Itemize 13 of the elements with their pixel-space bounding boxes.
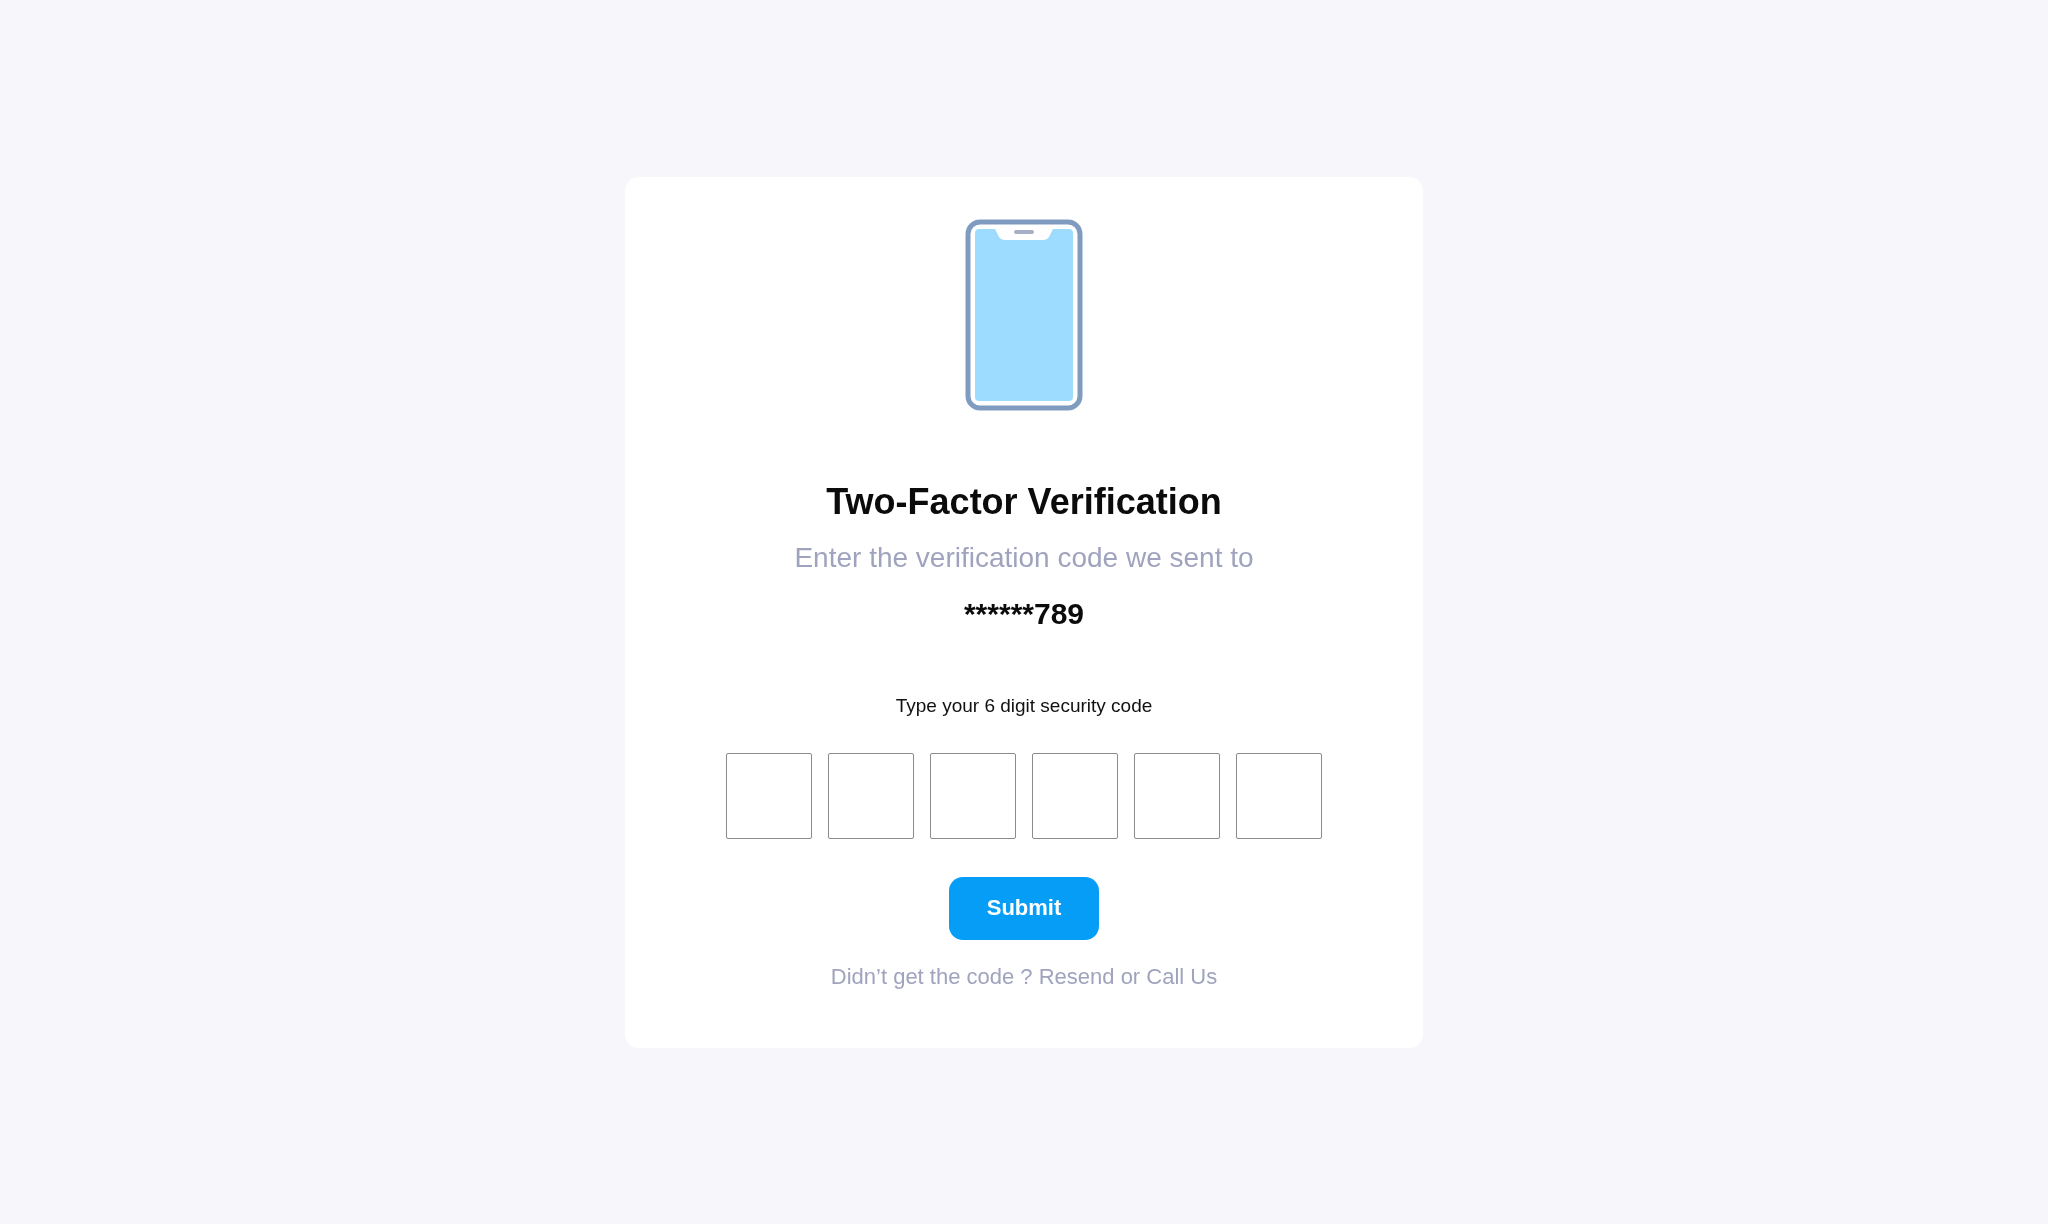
instruction-text: Enter the verification code we sent to (794, 540, 1254, 575)
submit-button[interactable]: Submit (949, 876, 1099, 940)
masked-phone-number: ******789 (963, 595, 1085, 632)
code-digit-field[interactable] (828, 752, 914, 839)
code-digit-field[interactable] (726, 752, 812, 839)
card-title: Two-Factor Verification (826, 479, 1222, 524)
code-digit-field[interactable] (1236, 752, 1322, 839)
code-digit-field[interactable] (1032, 752, 1118, 839)
resend-text: Didn’t get the code ? Resend or Call Us (830, 962, 1218, 991)
code-label: Type your 6 digit security code (895, 693, 1153, 718)
code-digit-field[interactable] (930, 752, 1016, 839)
phone-icon (965, 218, 1083, 411)
code-digit-field[interactable] (1134, 752, 1220, 839)
